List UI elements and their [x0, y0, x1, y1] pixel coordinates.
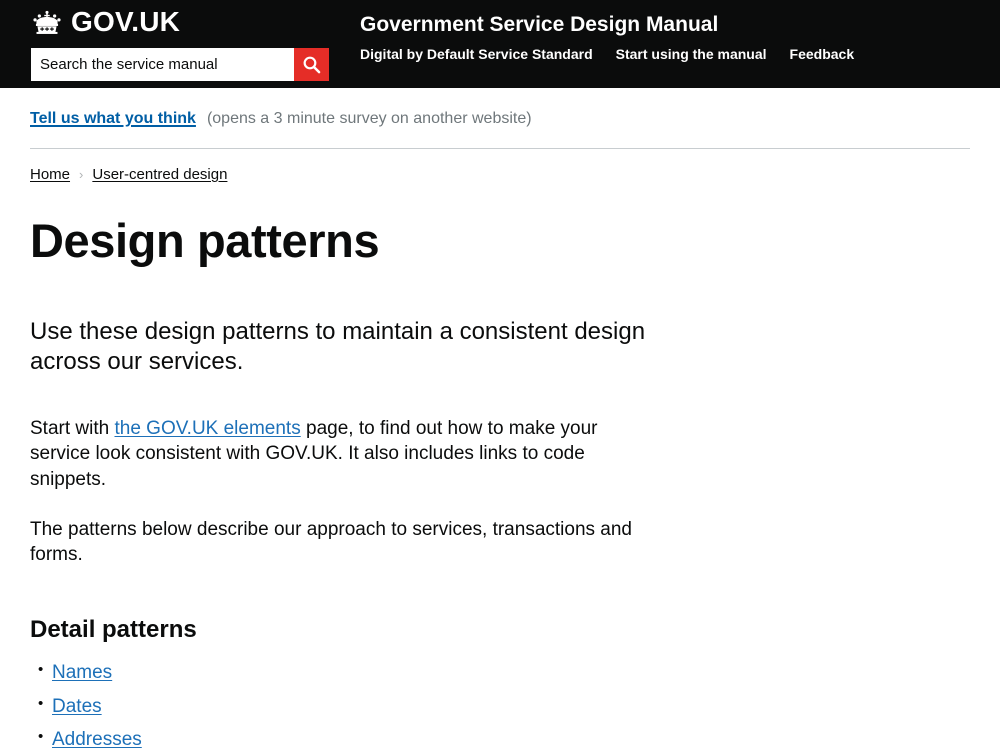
pattern-link-addresses[interactable]: Addresses	[52, 729, 142, 750]
crown-icon	[30, 9, 64, 35]
chevron-right-icon: ›	[79, 167, 84, 182]
patterns-description-paragraph: The patterns below describe our approach…	[30, 518, 632, 566]
nav-item-start-using-manual[interactable]: Start using the manual	[616, 46, 767, 62]
list-item: Dates	[38, 695, 970, 719]
pattern-link-dates[interactable]: Dates	[52, 696, 102, 717]
feedback-banner-row: Tell us what you think (opens a 3 minute…	[30, 110, 970, 128]
govuk-wordmark: GOV.UK	[71, 6, 181, 37]
pattern-link-names[interactable]: Names	[52, 662, 112, 683]
main-content: Home › User-centred design Design patter…	[0, 166, 1000, 752]
survey-note: (opens a 3 minute survey on another webs…	[206, 110, 532, 127]
intro-paragraph-before: Start with	[30, 417, 115, 439]
breadcrumb-item-user-centred-design[interactable]: User-centred design	[92, 166, 227, 183]
breadcrumb: Home › User-centred design	[30, 166, 970, 183]
detail-patterns-list: Names Dates Addresses	[30, 661, 970, 752]
tell-us-what-you-think-link[interactable]: Tell us what you think	[30, 110, 196, 128]
nav-item-service-standard[interactable]: Digital by Default Service Standard	[360, 46, 593, 62]
govuk-elements-link[interactable]: the GOV.UK elements	[114, 418, 300, 439]
manual-title: Government Service Design Manual	[360, 13, 719, 36]
search-button[interactable]	[294, 48, 329, 81]
intro-paragraph: Start with the GOV.UK elements page, to …	[30, 416, 660, 493]
govuk-logo-link[interactable]: GOV.UK	[30, 8, 180, 36]
nav-item-feedback[interactable]: Feedback	[790, 46, 855, 62]
global-header: GOV.UK Government Service Design Manual …	[0, 0, 1000, 88]
list-item: Addresses	[38, 728, 970, 752]
list-item: Names	[38, 661, 970, 685]
section-heading-detail-patterns: Detail patterns	[30, 615, 197, 643]
page-title: Design patterns	[30, 214, 380, 267]
feedback-banner: Tell us what you think (opens a 3 minute…	[0, 88, 1000, 128]
search-input[interactable]	[31, 48, 294, 81]
lead-paragraph: Use these design patterns to maintain a …	[30, 317, 646, 376]
breadcrumb-item-home[interactable]: Home	[30, 166, 70, 183]
search-icon	[302, 55, 321, 74]
search-form	[31, 48, 329, 81]
header-inner: GOV.UK Government Service Design Manual …	[0, 0, 1000, 88]
banner-divider	[30, 148, 970, 149]
header-nav: Digital by Default Service Standard Star…	[360, 46, 854, 62]
